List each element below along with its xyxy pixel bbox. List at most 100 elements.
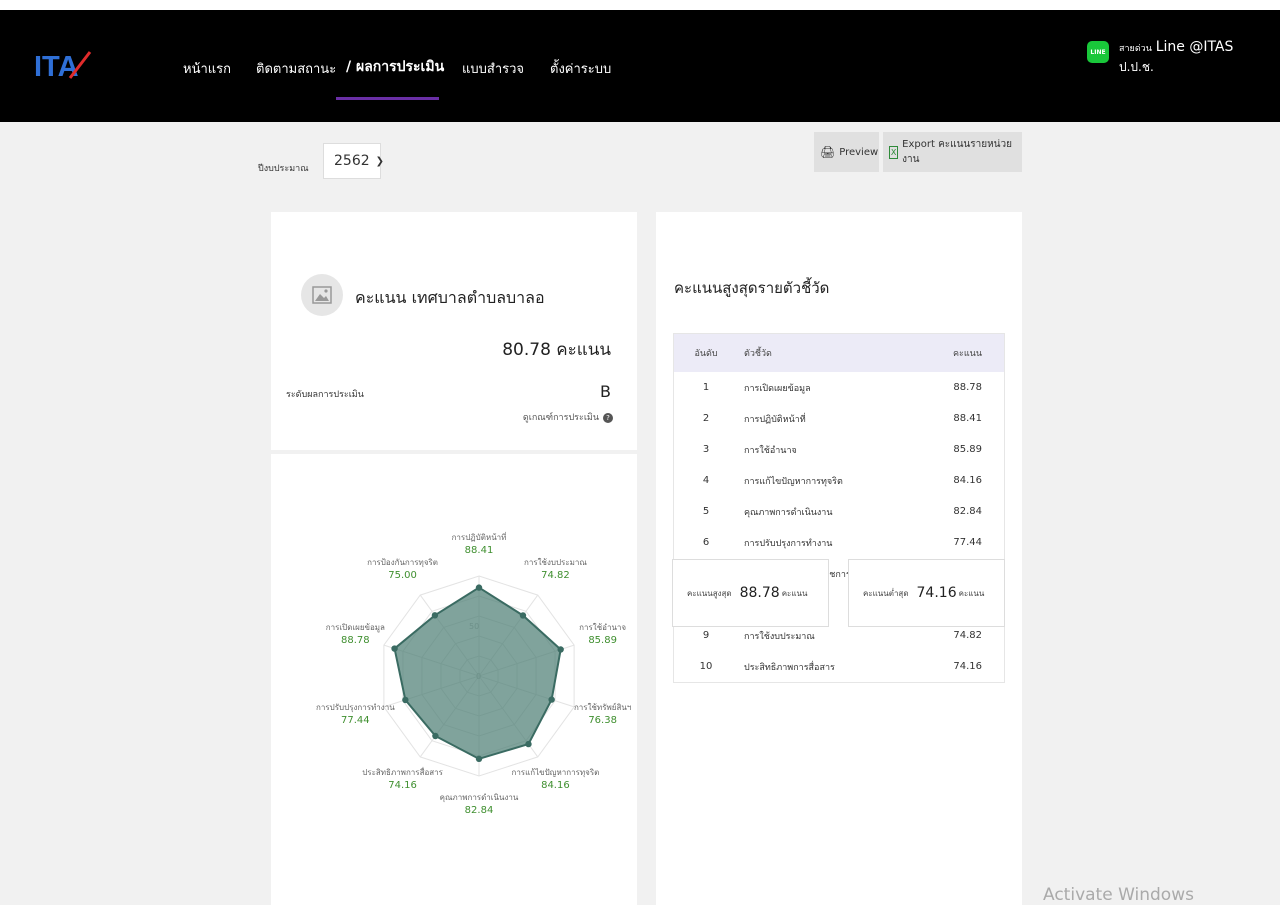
max-score-label: คะแนนสูงสุด xyxy=(687,588,732,598)
top-strip xyxy=(0,0,1280,10)
radar-axis-label: การปฏิบัติหน้าที่ xyxy=(452,531,507,542)
chevron-down-icon: ❯ xyxy=(375,155,385,167)
line-icon[interactable]: LINE xyxy=(1087,41,1109,63)
preview-label: Preview xyxy=(839,146,879,158)
printer-icon: 🖨 xyxy=(820,145,836,159)
radar-value-label: 84.16 xyxy=(541,780,570,791)
max-score-unit: คะแนน xyxy=(781,588,808,598)
radar-data-point xyxy=(475,584,483,591)
table-row: 4 การแก้ไขปัญหาการทุจริต 84.16 xyxy=(674,465,1004,496)
cell-rank: 6 xyxy=(702,537,710,548)
cell-score: 82.84 xyxy=(953,506,982,517)
fiscal-year-label: ปีงบประมาณ xyxy=(258,164,309,174)
radar-chart: 500การปฏิบัติหน้าที่88.41การใช้งบประมาณ7… xyxy=(316,531,631,816)
excel-icon: X xyxy=(889,145,899,159)
top-indicators-title: คะแนนสูงสุดรายตัวชี้วัด xyxy=(674,279,830,297)
radar-value-label: 88.41 xyxy=(465,545,494,556)
cell-rank: 9 xyxy=(702,630,710,641)
score-card: คะแนน เทศบาลตำบลบาลอ 80.78 คะแนน ระดับผล… xyxy=(271,212,637,450)
radar-value-label: 74.16 xyxy=(388,780,417,791)
radar-data-point xyxy=(548,696,555,703)
radar-axis-label: การใช้งบประมาณ xyxy=(524,558,587,567)
top-navbar: ITA หน้าแรก ติดตามสถานะ / ผลการประเมิน แ… xyxy=(0,10,1280,122)
table-row: 6 การปรับปรุงการทำงาน 77.44 xyxy=(674,527,1004,558)
table-header: อันดับ ตัวชี้วัด คะแนน xyxy=(674,334,1004,372)
cell-indicator: ประสิทธิภาพการสื่อสาร xyxy=(744,662,835,673)
cell-score: 84.16 xyxy=(953,475,982,486)
cell-score: 88.78 xyxy=(953,382,982,393)
table-row: 3 การใช้อำนาจ 85.89 xyxy=(674,434,1004,465)
cell-score: 77.44 xyxy=(953,537,982,548)
cell-indicator: การใช้อำนาจ xyxy=(744,445,797,456)
nav-active-indicator xyxy=(336,97,439,100)
cell-rank: 1 xyxy=(702,382,710,393)
cell-rank: 4 xyxy=(702,475,710,486)
cell-indicator: คุณภาพการดำเนินงาน xyxy=(744,507,833,518)
min-score-unit: คะแนน xyxy=(958,588,985,598)
total-score: 80.78 คะแนน xyxy=(502,340,611,360)
grade-label: ระดับผลการประเมิน xyxy=(286,390,364,400)
export-label: Export คะแนนรายหน่วยงาน xyxy=(902,139,1012,165)
activate-windows-watermark: Activate Windows xyxy=(1043,885,1194,905)
nav-settings[interactable]: ตั้งค่าระบบ xyxy=(550,58,611,79)
fiscal-year-value: 2562 xyxy=(334,153,370,169)
image-placeholder-icon xyxy=(301,274,343,316)
radar-value-label: 88.78 xyxy=(341,635,370,646)
max-score-value: 88.78 xyxy=(739,585,780,601)
grade-value: B xyxy=(600,382,611,401)
nav-home[interactable]: หน้าแรก xyxy=(183,58,231,79)
cell-score: 74.16 xyxy=(953,661,982,672)
nav-survey[interactable]: แบบสำรวจ xyxy=(462,58,524,79)
cell-rank: 10 xyxy=(699,661,713,672)
radar-axis-label: คุณภาพการดำเนินงาน xyxy=(440,793,519,802)
cell-rank: 2 xyxy=(702,413,710,424)
radar-value-label: 76.38 xyxy=(588,715,617,726)
cell-rank: 3 xyxy=(702,444,710,455)
header-score: คะแนน xyxy=(953,349,982,359)
min-score-label: คะแนนต่ำสุด xyxy=(863,588,909,598)
radar-axis-label: ประสิทธิภาพการสื่อสาร xyxy=(362,766,443,777)
cell-indicator: การใช้งบประมาณ xyxy=(744,631,815,642)
export-button[interactable]: X Export คะแนนรายหน่วยงาน xyxy=(883,132,1022,172)
question-icon: ? xyxy=(603,413,613,423)
criteria-link-label: ดูเกณฑ์การประเมิน xyxy=(522,413,599,423)
table-row: 1 การเปิดเผยข้อมูล 88.78 xyxy=(674,372,1004,403)
cell-indicator: การเปิดเผยข้อมูล xyxy=(744,383,811,394)
hotline-name: Line @ITAS xyxy=(1155,39,1234,55)
radar-value-label: 74.82 xyxy=(541,570,570,581)
fiscal-year-select[interactable]: 2562 ❯ xyxy=(323,143,385,179)
radar-axis-label: การป้องกันการทุจริต xyxy=(367,558,438,567)
table-row: 2 การปฏิบัติหน้าที่ 88.41 xyxy=(674,403,1004,434)
radar-data-point xyxy=(557,646,564,653)
cell-rank: 5 xyxy=(702,506,710,517)
radar-value-label: 75.00 xyxy=(388,570,417,581)
nav-results[interactable]: / ผลการประเมิน xyxy=(346,56,444,78)
radar-chart-card: 500การปฏิบัติหน้าที่88.41การใช้งบประมาณ7… xyxy=(271,454,637,905)
ita-logo[interactable]: ITA xyxy=(34,50,94,80)
radar-data-point xyxy=(391,645,398,652)
radar-value-label: 82.84 xyxy=(465,805,494,816)
radar-data-point xyxy=(432,732,439,740)
table-row: 10 ประสิทธิภาพการสื่อสาร 74.16 xyxy=(674,651,1004,682)
cell-indicator: การปฏิบัติหน้าที่ xyxy=(744,414,806,425)
radar-value-label: 77.44 xyxy=(341,715,370,726)
radar-axis-label: การปรับปรุงการทำงาน xyxy=(316,703,395,712)
score-card-title: คะแนน เทศบาลตำบลบาลอ xyxy=(355,288,545,307)
hotline-prefix: สายด่วน xyxy=(1119,44,1152,54)
nav-track-status[interactable]: ติดตามสถานะ xyxy=(256,58,336,79)
table-row: 5 คุณภาพการดำเนินงาน 82.84 xyxy=(674,496,1004,527)
cell-score: 88.41 xyxy=(953,413,982,424)
preview-button[interactable]: 🖨 Preview xyxy=(814,132,879,172)
cell-score: 85.89 xyxy=(953,444,982,455)
hotline-org: ป.ป.ช. xyxy=(1119,60,1154,74)
min-score-box: คะแนนต่ำสุด 74.16 คะแนน xyxy=(848,559,1005,627)
radar-value-label: 85.89 xyxy=(588,635,617,646)
criteria-link[interactable]: ดูเกณฑ์การประเมิน? xyxy=(523,410,613,424)
hotline-info: สายด่วน Line @ITAS ป.ป.ช. xyxy=(1119,38,1233,76)
cell-score: 74.82 xyxy=(953,630,982,641)
max-score-box: คะแนนสูงสุด 88.78 คะแนน xyxy=(672,559,829,627)
radar-data-point xyxy=(475,755,483,763)
radar-series-area xyxy=(393,586,562,760)
radar-axis-label: การแก้ไขปัญหาการทุจริต xyxy=(511,768,599,777)
radar-data-point xyxy=(431,612,439,619)
